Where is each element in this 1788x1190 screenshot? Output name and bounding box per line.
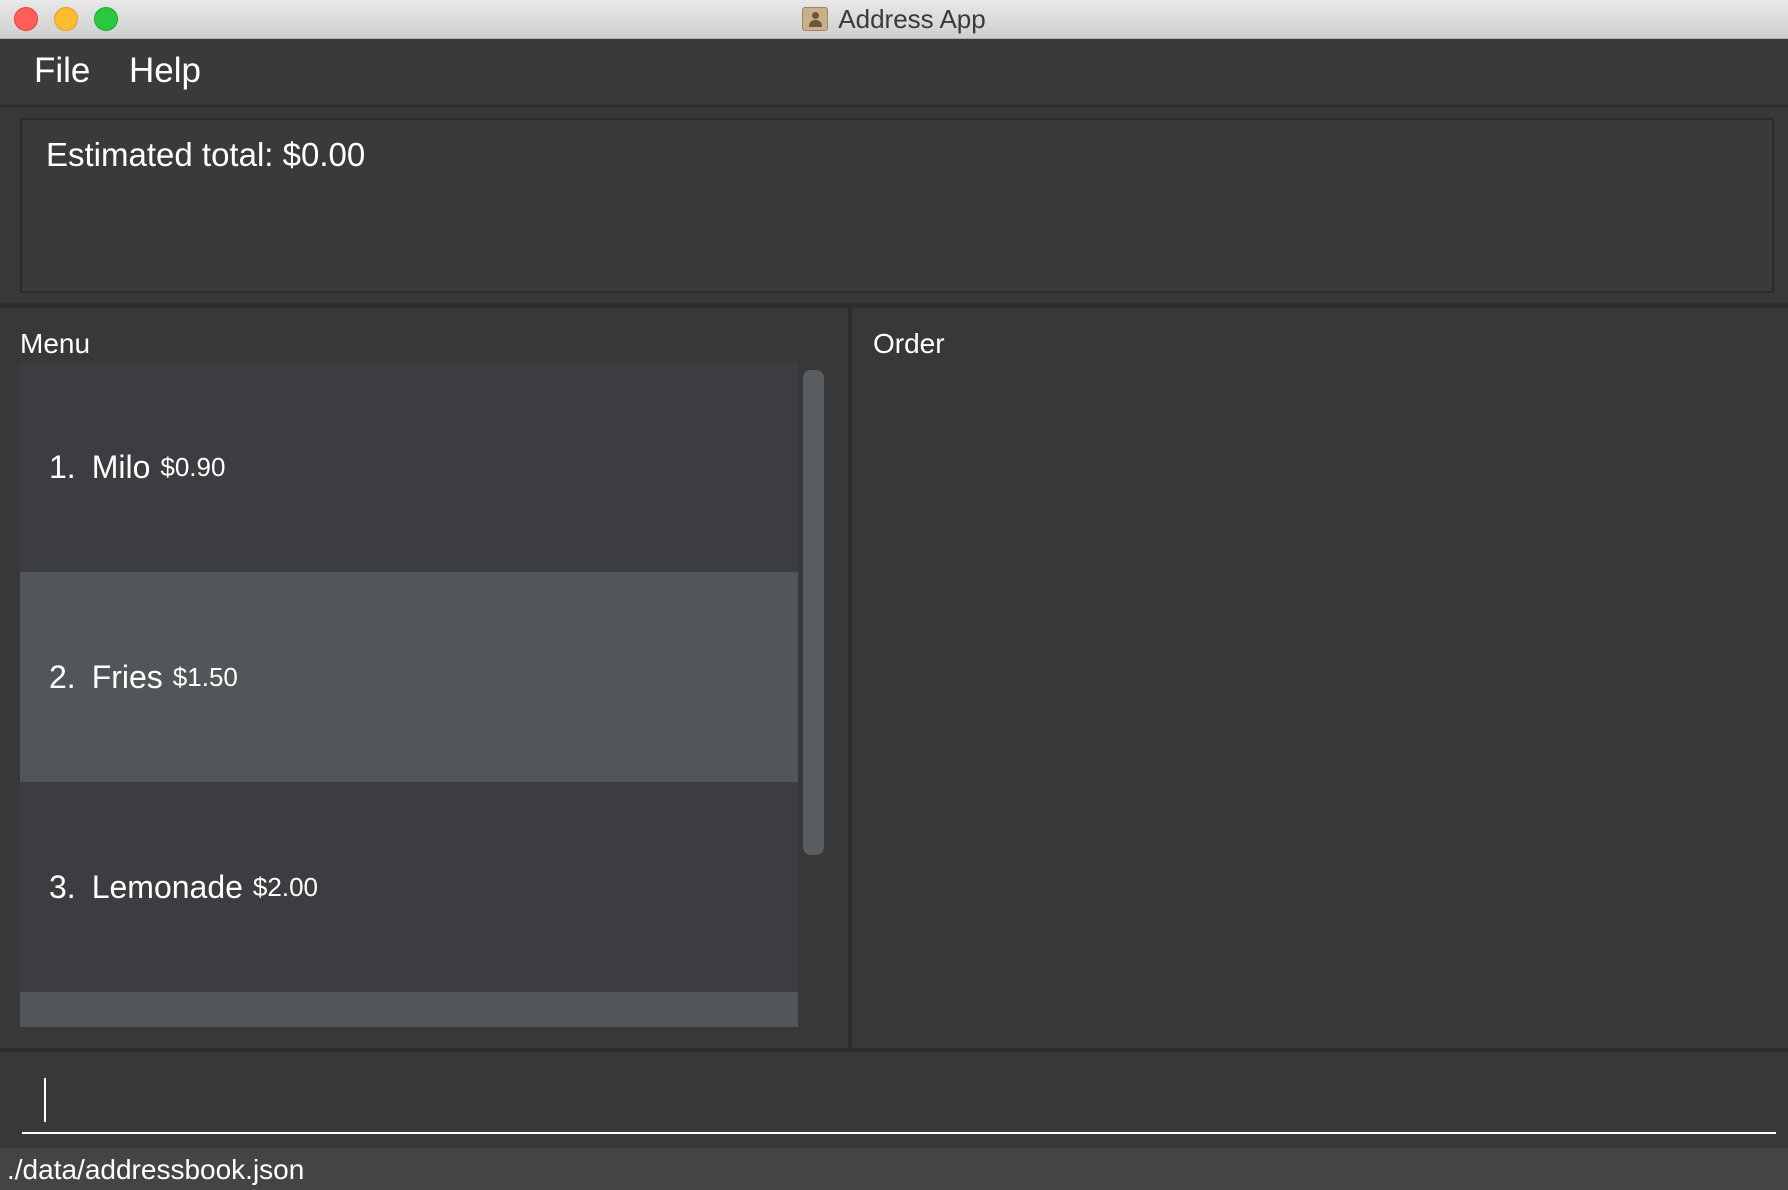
window-title: Address App (838, 3, 986, 34)
item-name: Fries (91, 658, 163, 695)
menu-help[interactable]: Help (125, 51, 205, 91)
item-index: 2. (49, 658, 76, 695)
title-bar: Address App (0, 0, 1788, 39)
item-index: 3. (49, 868, 76, 905)
item-price: $1.50 (172, 661, 238, 692)
item-price: $0.90 (160, 451, 226, 482)
menu-panel: Menu 1. Milo $0.90 2. Fries $1.50 3. Lem… (0, 308, 848, 1048)
menu-list-item-partial[interactable] (20, 992, 798, 1027)
menu-list-item[interactable]: 3. Lemonade $2.00 (20, 782, 798, 992)
order-panel-label: Order (873, 328, 945, 359)
menu-list[interactable]: 1. Milo $0.90 2. Fries $1.50 3. Lemonade… (20, 362, 798, 1027)
result-display: Estimated total: $0.00 (20, 118, 1774, 293)
order-panel: Order (852, 308, 1788, 1048)
item-price: $2.00 (252, 871, 318, 902)
menu-bar: File Help (0, 39, 1788, 107)
item-index: 1. (49, 448, 76, 485)
command-input[interactable] (22, 1070, 1776, 1134)
estimated-total-text: Estimated total: $0.00 (46, 136, 366, 173)
text-cursor (44, 1078, 46, 1122)
status-bar: ./data/addressbook.json (0, 1148, 1788, 1190)
command-box (0, 1048, 1788, 1148)
menu-list-item[interactable]: 1. Milo $0.90 (20, 362, 798, 572)
menu-list-scrollbar[interactable] (803, 370, 824, 855)
menu-file[interactable]: File (30, 51, 94, 91)
menu-list-item[interactable]: 2. Fries $1.50 (20, 572, 798, 782)
menu-panel-label: Menu (20, 328, 91, 359)
save-location-text: ./data/addressbook.json (7, 1154, 305, 1185)
title-group: Address App (0, 0, 1788, 38)
item-name: Lemonade (91, 868, 243, 905)
address-book-icon (802, 7, 829, 31)
item-name: Milo (91, 448, 151, 485)
app-window: Address App File Help Estimated total: $… (0, 0, 1788, 1190)
